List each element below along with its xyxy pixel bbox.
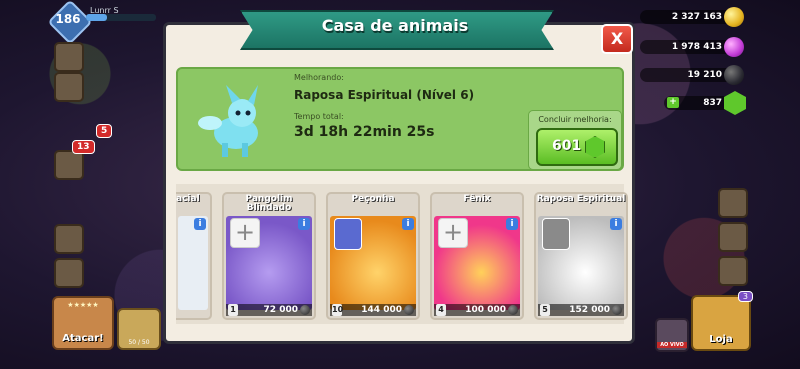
info-icon[interactable]: i <box>194 218 206 230</box>
gems-amount: 837 <box>703 98 722 108</box>
pet-card-cost: 4 100 000 <box>434 304 520 316</box>
gems-resource[interactable]: + 837 <box>664 91 746 115</box>
pet-card[interactable]: acial i <box>176 192 212 320</box>
pet-level: 1 <box>228 304 238 316</box>
pet-card[interactable]: Raposa Espiritual i 5 152 000 <box>534 192 628 320</box>
elixir-resource: 1 978 413 <box>640 37 744 57</box>
shop-count-badge: 3 <box>737 291 753 302</box>
upgrade-cost: 100 000 <box>465 305 506 315</box>
clan-castle-label: 50 / 50 <box>128 339 150 346</box>
assign-hero-plus-icon[interactable]: + <box>230 218 260 248</box>
gear-icon[interactable] <box>718 256 748 286</box>
live-button[interactable]: AO VIVO <box>655 318 689 352</box>
attack-label: Atacar! <box>62 333 104 344</box>
spirit-fox-portrait <box>198 85 258 157</box>
pet-card-art <box>178 216 208 310</box>
pet-card[interactable]: Pangolim Blindado + i 1 72 000 <box>222 192 316 320</box>
upgrade-cost: 152 000 <box>569 305 610 315</box>
pet-card-cost: 5 152 000 <box>538 304 624 316</box>
pet-level: 10 <box>332 304 344 316</box>
shop-button[interactable]: 3 Loja <box>691 291 753 351</box>
dark-elixir-icon <box>508 305 518 315</box>
info-icon[interactable]: i <box>298 218 310 230</box>
finish-with-gems-button[interactable]: 601 <box>536 128 618 166</box>
army-icon[interactable] <box>54 258 84 288</box>
pet-card-name: acial <box>176 194 200 204</box>
shop-label: Loja <box>709 334 733 345</box>
dark-elixir-icon <box>404 305 414 315</box>
clan-castle-button[interactable]: 50 / 50 <box>117 308 161 350</box>
builder-count-badge: 5 <box>96 124 113 138</box>
pet-card-name: Fênix <box>463 194 491 204</box>
dark-elixir-icon <box>612 305 622 315</box>
events-icon[interactable] <box>718 188 748 218</box>
pet-level: 4 <box>436 304 446 316</box>
dark-elixir-icon <box>724 65 744 85</box>
live-label: AO VIVO <box>657 342 687 348</box>
upgrading-label: Melhorando: <box>294 73 344 82</box>
attack-button[interactable]: ★★★★★ Atacar! <box>52 296 114 350</box>
dark-elixir-amount: 19 210 <box>687 70 722 80</box>
builder-base-icon[interactable] <box>54 42 84 72</box>
assigned-hero-avatar <box>334 218 362 250</box>
settings-icon[interactable] <box>718 222 748 252</box>
upgrade-cost: 72 000 <box>263 305 298 315</box>
assign-hero-plus-icon[interactable]: + <box>438 218 468 248</box>
upgrading-pet-name: Raposa Espiritual (Nível 6) <box>294 88 475 102</box>
total-time-value: 3d 18h 22min 25s <box>294 124 435 140</box>
finish-upgrade-label: Concluir melhoria: <box>538 115 612 124</box>
gold-resource: 2 327 163 <box>640 7 744 27</box>
pet-card-name: Raposa Espiritual <box>536 194 626 204</box>
pet-card-cost: 10 144 000 <box>330 304 416 316</box>
upgrade-cost: 144 000 <box>361 305 402 315</box>
quests-icon[interactable] <box>54 72 84 102</box>
chat-button[interactable] <box>54 150 84 180</box>
info-icon[interactable]: i <box>402 218 414 230</box>
pet-card[interactable]: Fênix + i 4 100 000 <box>430 192 524 320</box>
gold-amount: 2 327 163 <box>671 12 722 22</box>
battle-log-icon[interactable] <box>54 224 84 254</box>
pet-card-name: Peçonha <box>351 194 395 204</box>
total-time-label: Tempo total: <box>294 112 344 121</box>
gold-icon <box>724 7 744 27</box>
modal-title: Casa de animais <box>321 16 469 35</box>
pet-level: 5 <box>540 304 550 316</box>
pet-card-cost: 1 72 000 <box>226 304 312 316</box>
dark-elixir-icon <box>300 305 310 315</box>
dark-elixir-resource: 19 210 <box>640 65 744 85</box>
chat-count-badge: 13 <box>72 140 95 154</box>
close-button[interactable]: X <box>601 24 633 54</box>
info-icon[interactable]: i <box>506 218 518 230</box>
attack-stars: ★★★★★ <box>67 301 99 309</box>
pet-card[interactable]: Peçonha i 10 144 000 <box>326 192 420 320</box>
gem-cost: 601 <box>552 138 582 154</box>
elixir-amount: 1 978 413 <box>671 42 722 52</box>
elixir-icon <box>724 37 744 57</box>
assigned-hero-avatar <box>542 218 570 250</box>
add-gems-icon[interactable]: + <box>667 97 679 108</box>
xp-progress-bar <box>86 14 156 21</box>
xp-level-number: 186 <box>55 12 81 26</box>
gem-icon <box>585 136 605 158</box>
info-icon[interactable]: i <box>610 218 622 230</box>
pet-card-name: Pangolim Blindado <box>245 194 293 213</box>
